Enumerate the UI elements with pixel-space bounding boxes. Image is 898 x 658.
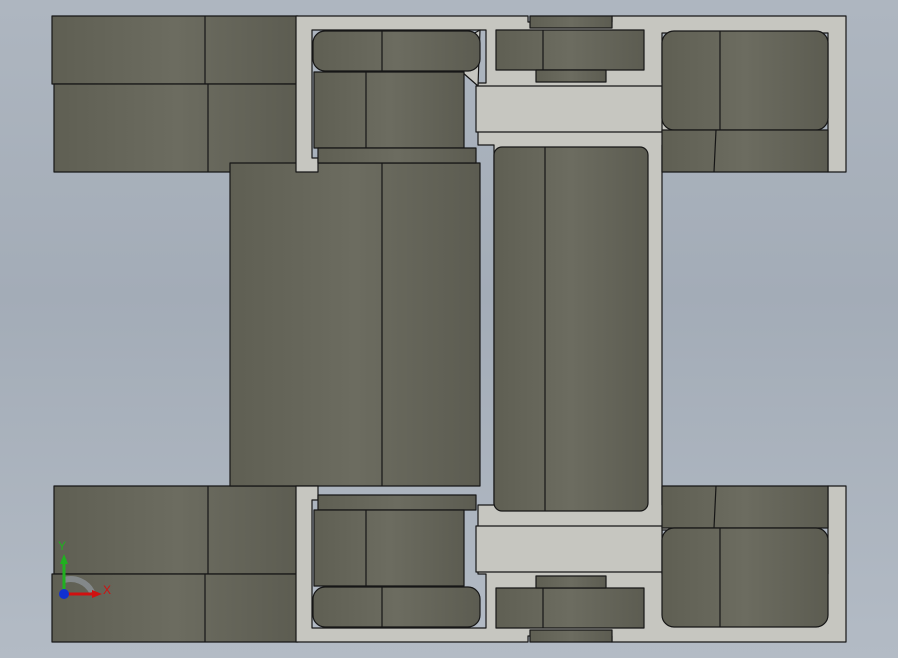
axis-triad-x-label: X bbox=[103, 583, 112, 597]
left-upper-block[interactable] bbox=[51, 15, 303, 173]
center-roller[interactable] bbox=[493, 146, 649, 512]
pocket-part-top-right[interactable] bbox=[661, 30, 829, 173]
pocket-part-bottom-left[interactable] bbox=[312, 494, 481, 628]
left-lower-block[interactable] bbox=[51, 485, 303, 643]
axis-triad-y-label: Y bbox=[58, 539, 67, 553]
pocket-part-top-left[interactable] bbox=[312, 30, 481, 164]
cad-viewport[interactable]: Y X bbox=[0, 0, 898, 658]
cad-model-cross-section[interactable] bbox=[0, 0, 898, 658]
central-body[interactable] bbox=[229, 162, 481, 487]
pocket-part-bottom-right[interactable] bbox=[661, 485, 829, 628]
